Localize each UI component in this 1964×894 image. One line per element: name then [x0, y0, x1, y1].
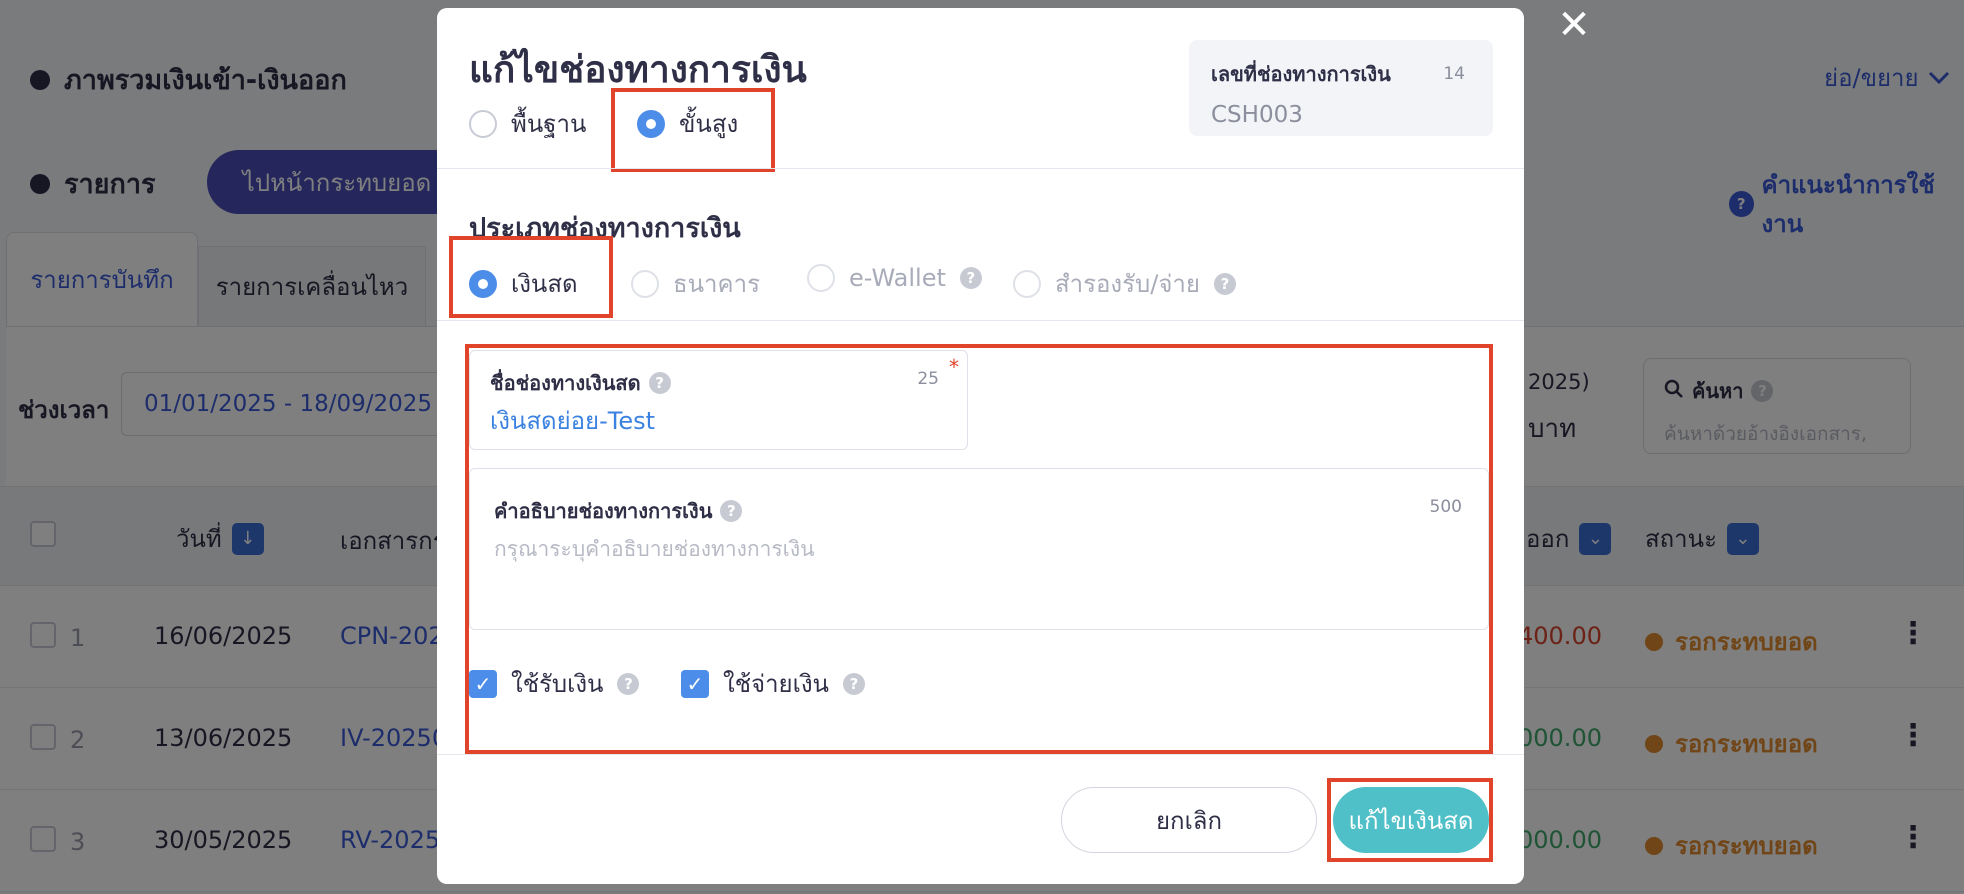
type-ewallet-radio[interactable]: e-Wallet ? — [807, 264, 982, 292]
channel-id-char-limit: 14 — [1443, 64, 1465, 84]
divider — [437, 754, 1524, 755]
edit-channel-dialog: แก้ไขช่องทางการเงิน พื้นฐาน ขั้นสูง เลขท… — [437, 8, 1524, 884]
type-bank-label: ธนาคาร — [673, 270, 760, 298]
type-reserve-label: สำรองรับ/จ่าย — [1055, 270, 1200, 298]
close-icon[interactable]: ✕ — [1557, 5, 1591, 45]
mode-basic-label: พื้นฐาน — [511, 110, 587, 138]
divider — [437, 320, 1524, 321]
radio-off-icon — [807, 264, 835, 292]
help-icon[interactable]: ? — [1213, 272, 1236, 295]
mode-basic-radio[interactable]: พื้นฐาน — [469, 104, 586, 143]
radio-off-icon — [469, 109, 497, 138]
type-reserve-radio[interactable]: สำรองรับ/จ่าย ? — [1013, 264, 1236, 303]
type-ewallet-label: e-Wallet — [849, 264, 946, 292]
divider — [437, 168, 1524, 169]
highlight-box — [449, 236, 613, 318]
cancel-button[interactable]: ยกเลิก — [1061, 787, 1317, 853]
highlight-box — [1327, 778, 1493, 862]
highlight-box — [611, 88, 775, 172]
type-bank-radio[interactable]: ธนาคาร — [631, 264, 760, 303]
channel-id-value: CSH003 — [1211, 102, 1303, 128]
highlight-box — [465, 344, 1493, 754]
radio-off-icon — [1013, 269, 1041, 298]
channel-id-label: เลขที่ช่องทางการเงิน — [1211, 62, 1391, 86]
radio-off-icon — [631, 269, 659, 298]
help-icon[interactable]: ? — [959, 267, 982, 289]
channel-id-box: เลขที่ช่องทางการเงิน 14 CSH003 — [1189, 40, 1493, 136]
